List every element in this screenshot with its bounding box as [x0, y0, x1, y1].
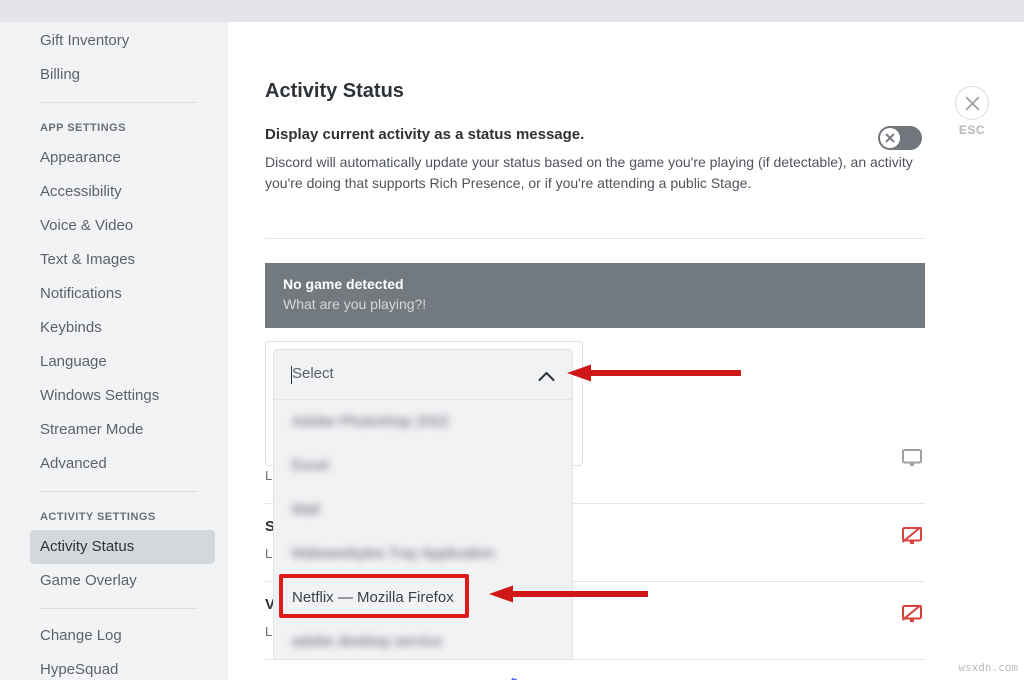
dropdown-option[interactable]: Netflix — Mozilla Firefox [274, 576, 572, 620]
no-game-banner: No game detected What are you playing?! [265, 263, 925, 328]
sidebar-item-gift-inventory[interactable]: Gift Inventory [30, 24, 215, 58]
sidebar-separator [40, 102, 197, 103]
settings-sidebar: Gift InventoryBilling APP SETTINGSAppeara… [0, 22, 228, 680]
dropdown-option[interactable]: adobe desktop service [274, 620, 572, 660]
game-select-dropdown[interactable]: Select Adobe Photoshop 2022ExcelMailMalw… [273, 349, 573, 660]
toggle-knob [880, 128, 900, 148]
sidebar-item-billing[interactable]: Billing [30, 58, 215, 92]
monitor-icon[interactable] [902, 449, 922, 472]
monitor-off-icon[interactable] [902, 605, 922, 628]
game-select-placeholder: Select [292, 365, 334, 382]
sidebar-item-appearance[interactable]: Appearance [30, 141, 215, 175]
close-x-icon [884, 132, 896, 144]
sidebar-item-voice-video[interactable]: Voice & Video [30, 209, 215, 243]
page-title: Activity Status [265, 80, 404, 103]
activity-description: Discord will automatically update your s… [265, 152, 925, 194]
watermark: wsxdn.com [958, 661, 1018, 674]
no-game-subtitle: What are you playing?! [283, 296, 925, 312]
dropdown-option[interactable]: Mail [274, 488, 572, 532]
game-select-input-wrapper[interactable]: Select [274, 350, 572, 400]
game-select-option-list: Adobe Photoshop 2022ExcelMailMalwarebyte… [274, 400, 572, 660]
sidebar-nav: Gift InventoryBilling APP SETTINGSAppeara… [30, 24, 228, 680]
close-x-icon [965, 96, 980, 111]
sidebar-item-streamer-mode[interactable]: Streamer Mode [30, 413, 215, 447]
sidebar-item-text-images[interactable]: Text & Images [30, 243, 215, 277]
sidebar-item-language[interactable]: Language [30, 345, 215, 379]
sidebar-section-header: ACTIVITY SETTINGS [30, 502, 228, 530]
sidebar-item-windows-settings[interactable]: Windows Settings [30, 379, 215, 413]
no-game-title: No game detected [283, 276, 925, 292]
game-row-subtitle: L [265, 546, 272, 561]
sidebar-item-accessibility[interactable]: Accessibility [30, 175, 215, 209]
sidebar-item-notifications[interactable]: Notifications [30, 277, 215, 311]
sidebar-item-advanced[interactable]: Advanced [30, 447, 215, 481]
app-root: Gift InventoryBilling APP SETTINGSAppeara… [0, 0, 1024, 680]
sidebar-separator [40, 608, 197, 609]
monitor-off-icon[interactable] [902, 527, 922, 550]
esc-label: ESC [943, 123, 1001, 137]
sidebar-item-change-log[interactable]: Change Log [30, 619, 215, 653]
sidebar-item-game-overlay[interactable]: Game Overlay [30, 564, 215, 598]
dropdown-option[interactable]: Adobe Photoshop 2022 [274, 400, 572, 444]
close-button[interactable] [955, 86, 989, 120]
sidebar-separator [40, 491, 197, 492]
dropdown-option[interactable]: Excel [274, 444, 572, 488]
sidebar-item-keybinds[interactable]: Keybinds [30, 311, 215, 345]
chevron-up-icon[interactable] [538, 369, 555, 387]
game-row-subtitle: L [265, 468, 272, 483]
activity-status-toggle[interactable] [878, 126, 922, 150]
dropdown-option[interactable]: Malwarebytes Tray Application [274, 532, 572, 576]
activity-toggle-row: Display current activity as a status mes… [265, 126, 965, 144]
section-divider [265, 238, 925, 239]
activity-toggle-label: Display current activity as a status mes… [265, 126, 584, 143]
sidebar-item-hypesquad[interactable]: HypeSquad [30, 653, 215, 680]
game-row-subtitle: L [265, 624, 272, 639]
sidebar-section-header: APP SETTINGS [30, 113, 228, 141]
window-top-bar [0, 0, 1024, 22]
sidebar-item-activity-status[interactable]: Activity Status [30, 530, 215, 564]
